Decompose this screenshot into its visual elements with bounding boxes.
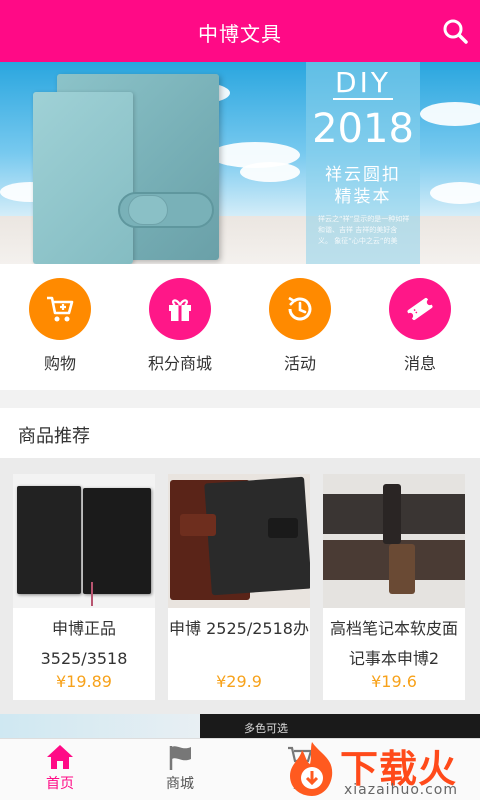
quick-menu: 购物 积分商城 活动 消息	[0, 264, 480, 390]
watermark-url: xiazaihuo.com	[344, 782, 458, 798]
app-title: 中博文具	[198, 22, 282, 46]
product-price: ¥29.9	[216, 672, 262, 691]
product-name: 高档笔记本软皮面记事本申博2	[329, 619, 458, 668]
menu-item-points-mall[interactable]: 积分商城	[120, 278, 240, 374]
product-card[interactable]: 高档笔记本软皮面记事本申博2 ¥19.6	[323, 474, 465, 700]
multi-color-tag: 多色可选	[244, 722, 288, 735]
ticket-icon	[389, 278, 451, 340]
product-row-peek: 多色可选	[0, 714, 480, 738]
refresh-icon	[269, 278, 331, 340]
menu-item-activities[interactable]: 活动	[240, 278, 360, 374]
cart-icon	[29, 278, 91, 340]
watermark-logo: 下载火 xiazaihuo.com	[282, 738, 480, 800]
notebook-image-back	[33, 92, 133, 264]
banner-small-text: 祥云之“祥”显示的是一种如祥和谐、吉祥 吉祥的美好含义。 象征“心中之云”的美	[318, 215, 410, 245]
tab-home-label: 首页	[46, 776, 74, 792]
menu-item-messages[interactable]: 消息	[360, 278, 480, 374]
product-image	[13, 474, 155, 608]
menu-item-shopping[interactable]: 购物	[0, 278, 120, 374]
tab-mall[interactable]: 商城	[120, 743, 240, 793]
section-title: 商品推荐	[18, 426, 90, 447]
banner-year: 2018	[312, 106, 414, 152]
flame-icon	[290, 742, 333, 796]
recommend-section-header: 商品推荐	[0, 408, 480, 458]
product-card[interactable]: 申博 2525/2518办 ¥29.9	[168, 474, 310, 700]
promo-banner[interactable]: DIY 2018 祥云圆扣 精装本 祥云之“祥”显示的是一种如祥和谐、吉祥 吉祥…	[0, 62, 480, 264]
app-header: 中博文具	[0, 0, 480, 62]
gift-icon	[149, 278, 211, 340]
product-name: 申博正品3525/3518	[40, 619, 128, 668]
tab-mall-label: 商城	[166, 776, 194, 792]
product-price: ¥19.6	[371, 672, 417, 691]
home-icon	[47, 745, 73, 769]
product-name: 申博 2525/2518办	[169, 619, 309, 638]
product-image	[323, 474, 465, 608]
product-grid: 申博正品3525/3518 ¥19.89 申博 2525/2518办 ¥29.9…	[0, 458, 480, 714]
product-price: ¥19.89	[56, 672, 112, 691]
search-icon[interactable]	[442, 18, 468, 44]
product-image	[168, 474, 310, 608]
banner-subtitle-2: 精装本	[334, 187, 392, 207]
product-card[interactable]: 申博正品3525/3518 ¥19.89	[13, 474, 155, 700]
banner-diy: DIY	[335, 66, 391, 99]
tab-home[interactable]: 首页	[0, 743, 120, 793]
flag-icon	[169, 746, 191, 770]
